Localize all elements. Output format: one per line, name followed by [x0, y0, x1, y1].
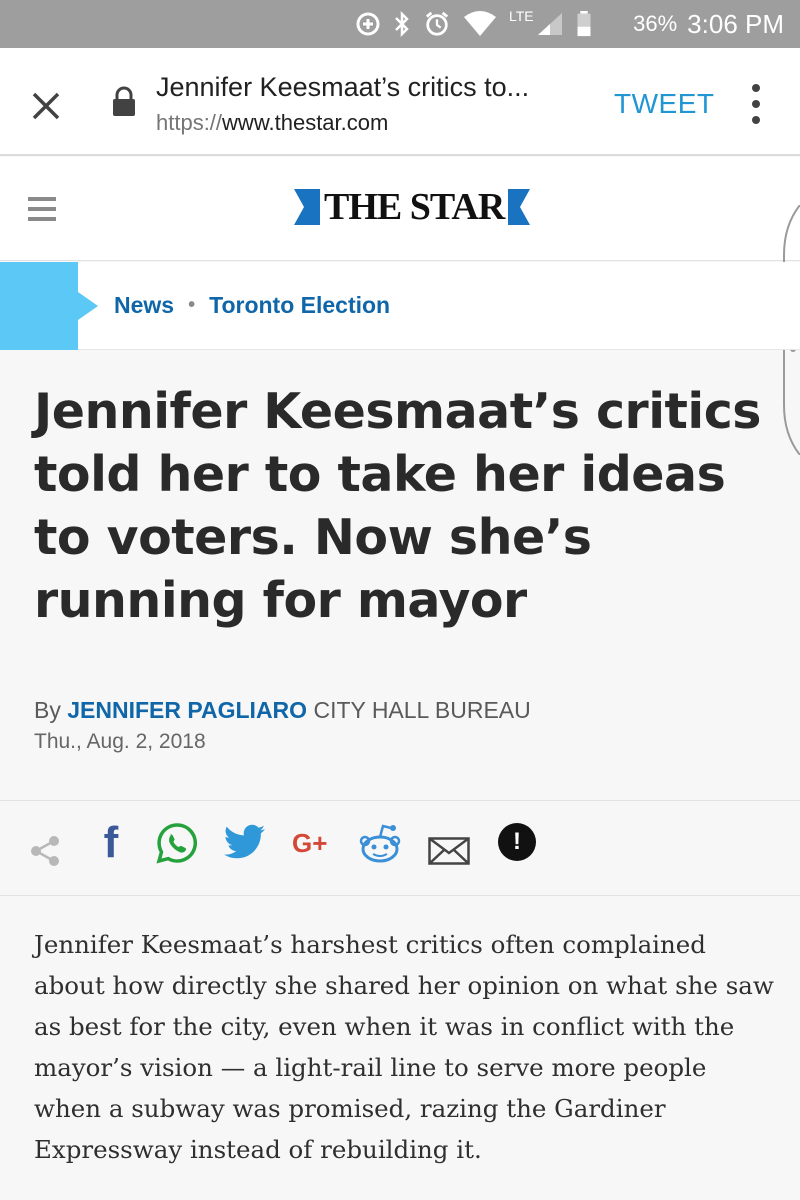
share-bar: f G+ !: [0, 800, 800, 896]
twitter-icon[interactable]: [224, 821, 266, 865]
breadcrumb-toronto-election[interactable]: Toronto Election: [209, 292, 390, 319]
wifi-icon: [464, 11, 496, 36]
article-headline: Jennifer Keesmaat’s critics told her to …: [34, 383, 761, 629]
bluetooth-icon: [395, 11, 409, 37]
status-icons: LTE: [355, 8, 592, 38]
byline-prefix: By: [34, 697, 61, 723]
alarm-icon: [425, 11, 449, 36]
whatsapp-icon[interactable]: [156, 821, 198, 865]
site-logo[interactable]: THE STAR: [294, 185, 531, 229]
breadcrumb: News • Toronto Election: [0, 262, 800, 350]
section-tab-marker: [0, 262, 98, 350]
author-desk: CITY HALL BUREAU: [313, 697, 531, 723]
hamburger-menu-icon[interactable]: [28, 197, 56, 221]
battery-icon: [577, 11, 591, 37]
google-plus-glyph: G+: [292, 827, 328, 858]
browser-toolbar: Jennifer Keesmaat’s critics to... https:…: [0, 48, 800, 156]
clock: 3:06 PM: [687, 8, 784, 39]
breadcrumb-news[interactable]: News: [114, 292, 174, 319]
url-scheme: https://: [156, 110, 223, 135]
site-header: THE STAR: [0, 157, 800, 261]
author-link[interactable]: JENNIFER PAGLIARO: [67, 697, 307, 723]
battery-percent: 36%: [633, 11, 678, 36]
logo-text: THE STAR: [324, 186, 505, 228]
data-saver-icon: [356, 12, 380, 36]
byline: By JENNIFER PAGLIARO CITY HALL BUREAU: [34, 697, 531, 724]
publish-date: Thu., Aug. 2, 2018: [34, 730, 206, 753]
overflow-menu-icon[interactable]: [748, 82, 764, 126]
breadcrumb-separator: •: [188, 294, 196, 316]
google-plus-icon[interactable]: G+: [292, 821, 327, 865]
report-glyph: !: [513, 828, 521, 855]
email-icon[interactable]: [428, 829, 470, 873]
report-icon[interactable]: !: [498, 823, 536, 861]
reddit-icon[interactable]: [358, 821, 402, 865]
url-display: https://www.thestar.com: [156, 110, 388, 136]
share-icon[interactable]: [28, 829, 62, 873]
article-body-paragraph: Jennifer Keesmaat’s harshest critics oft…: [34, 930, 774, 1164]
lock-icon: [113, 86, 135, 116]
tweet-button[interactable]: TWEET: [614, 88, 715, 120]
facebook-icon[interactable]: f: [96, 818, 126, 867]
network-type: LTE: [509, 8, 534, 24]
facebook-glyph: f: [103, 818, 119, 867]
close-icon[interactable]: [26, 86, 66, 126]
logo-flag-left-icon: [294, 189, 320, 225]
breadcrumb-items: News • Toronto Election: [114, 292, 390, 319]
signal-icon: [537, 13, 562, 35]
status-right: 36% 3:06 PM: [633, 6, 784, 42]
url-host: www.thestar.com: [222, 110, 389, 135]
page-title: Jennifer Keesmaat’s critics to...: [156, 72, 530, 102]
logo-flag-right-icon: [508, 189, 531, 225]
status-bar: LTE 36% 3:06 PM: [0, 0, 800, 48]
